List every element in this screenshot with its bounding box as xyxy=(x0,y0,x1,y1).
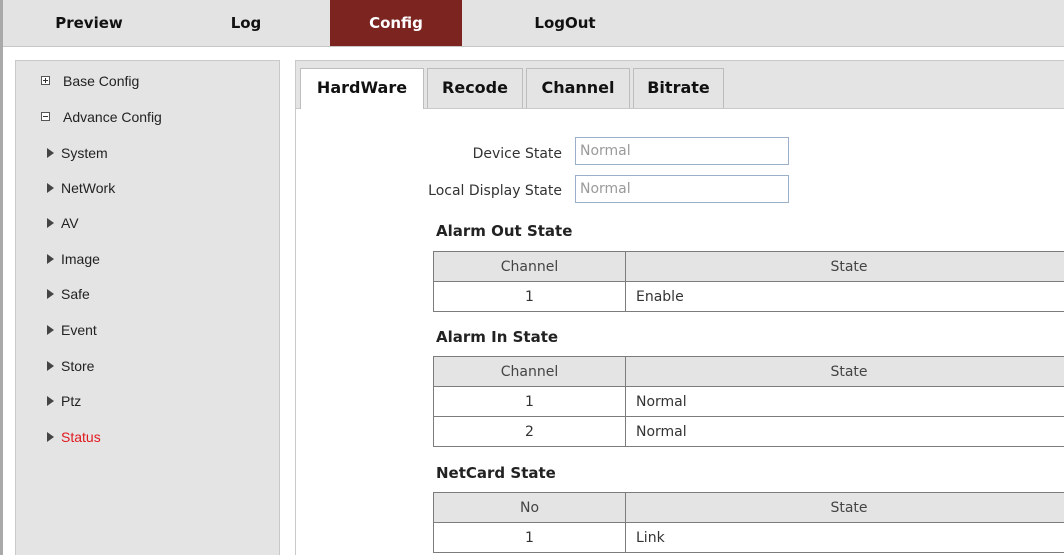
alarm-out-title: Alarm Out State xyxy=(436,222,573,240)
collapse-minus-icon[interactable] xyxy=(41,112,50,121)
triangle-right-icon xyxy=(47,361,54,371)
tab-bitrate[interactable]: Bitrate xyxy=(633,68,724,108)
triangle-right-icon xyxy=(47,183,54,193)
column-header: Channel xyxy=(433,251,626,282)
sidebar-item-label: Store xyxy=(61,358,95,374)
main-panel: HardWare Recode Channel Bitrate Device S… xyxy=(295,60,1064,555)
sidebar-item-safe[interactable]: Safe xyxy=(16,277,279,311)
number-cell: 1 xyxy=(433,522,626,553)
state-cell: Normal xyxy=(625,416,1064,447)
tab-channel[interactable]: Channel xyxy=(526,68,630,108)
column-header: Channel xyxy=(433,356,626,387)
table-header-row: No State xyxy=(433,492,1064,523)
sidebar-item-av[interactable]: AV xyxy=(16,206,279,240)
sidebar-group-label: Advance Config xyxy=(63,109,162,125)
top-navigation: Preview Log Config LogOut xyxy=(0,0,1064,47)
nav-log[interactable]: Log xyxy=(218,0,274,46)
sidebar-item-ptz[interactable]: Ptz xyxy=(16,384,279,418)
left-border xyxy=(0,0,3,555)
state-cell: Link xyxy=(625,522,1064,553)
tab-bar: HardWare Recode Channel Bitrate xyxy=(296,61,1064,109)
expand-plus-icon[interactable] xyxy=(41,76,50,85)
local-display-state-field[interactable]: Normal xyxy=(575,175,789,203)
netcard-table: No State 1 Link xyxy=(433,492,1064,553)
local-display-state-label: Local Display State xyxy=(428,183,562,199)
channel-cell: 2 xyxy=(433,416,626,447)
triangle-right-icon xyxy=(47,396,54,406)
table-row: 1 Link xyxy=(433,522,1064,553)
column-header: No xyxy=(433,492,626,523)
sidebar-group-base-config[interactable]: Base Config xyxy=(16,64,279,98)
sidebar-item-label: Safe xyxy=(61,286,90,302)
sidebar-item-network[interactable]: NetWork xyxy=(16,171,279,205)
nav-config[interactable]: Config xyxy=(330,0,462,46)
netcard-title: NetCard State xyxy=(436,464,556,482)
sidebar-item-label: NetWork xyxy=(61,180,116,196)
sidebar-item-label: Status xyxy=(61,429,101,445)
sidebar-item-event[interactable]: Event xyxy=(16,313,279,347)
sidebar-item-label: Image xyxy=(61,251,100,267)
sidebar-item-status[interactable]: Status xyxy=(16,420,279,454)
table-row: 2 Normal xyxy=(433,416,1064,447)
sidebar-item-label: Event xyxy=(61,322,97,338)
tab-recode[interactable]: Recode xyxy=(427,68,523,108)
tab-hardware[interactable]: HardWare xyxy=(300,68,424,109)
triangle-right-icon xyxy=(47,432,54,442)
triangle-right-icon xyxy=(47,289,54,299)
table-header-row: Channel State xyxy=(433,356,1064,387)
nav-logout[interactable]: LogOut xyxy=(525,0,605,46)
nav-preview[interactable]: Preview xyxy=(44,0,134,46)
triangle-right-icon xyxy=(47,218,54,228)
table-row: 1 Normal xyxy=(433,386,1064,417)
triangle-right-icon xyxy=(47,148,54,158)
sidebar-item-store[interactable]: Store xyxy=(16,349,279,383)
sidebar: Base Config Advance Config System NetWor… xyxy=(15,60,280,555)
column-header: State xyxy=(625,251,1064,282)
column-header: State xyxy=(625,492,1064,523)
sidebar-item-label: Ptz xyxy=(61,393,82,409)
channel-cell: 1 xyxy=(433,386,626,417)
table-header-row: Channel State xyxy=(433,251,1064,282)
triangle-right-icon xyxy=(47,254,54,264)
sidebar-item-image[interactable]: Image xyxy=(16,242,279,276)
alarm-in-title: Alarm In State xyxy=(436,328,559,346)
sidebar-item-label: System xyxy=(61,145,108,161)
sidebar-group-advance-config[interactable]: Advance Config xyxy=(16,100,279,134)
device-state-label: Device State xyxy=(472,146,562,162)
table-row: 1 Enable xyxy=(433,281,1064,312)
column-header: State xyxy=(625,356,1064,387)
alarm-in-table: Channel State 1 Normal 2 Normal xyxy=(433,356,1064,447)
device-state-field[interactable]: Normal xyxy=(575,137,789,165)
state-cell: Enable xyxy=(625,281,1064,312)
channel-cell: 1 xyxy=(433,281,626,312)
triangle-right-icon xyxy=(47,325,54,335)
sidebar-group-label: Base Config xyxy=(63,73,140,89)
alarm-out-table: Channel State 1 Enable xyxy=(433,251,1064,312)
state-cell: Normal xyxy=(625,386,1064,417)
sidebar-item-label: AV xyxy=(61,215,79,231)
sidebar-item-system[interactable]: System xyxy=(16,136,279,170)
